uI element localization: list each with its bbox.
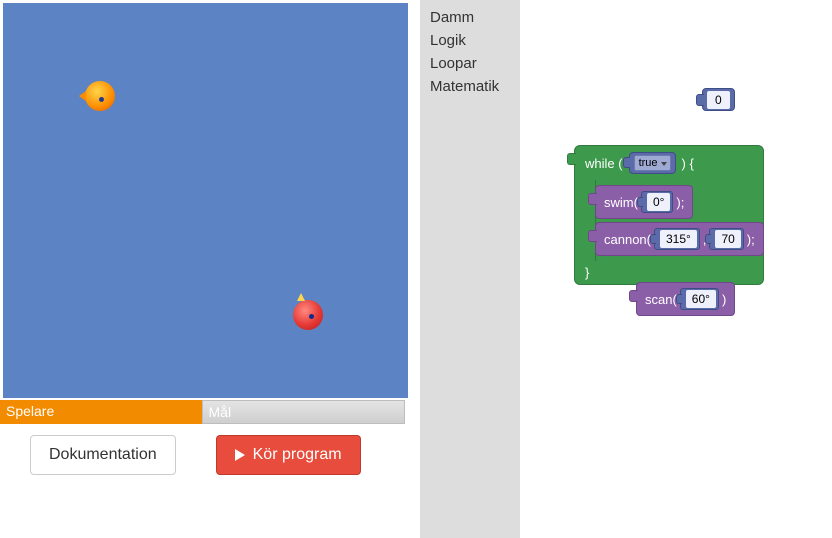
scan-arg-slot[interactable]: 60°	[680, 288, 719, 310]
block-connector-icon	[650, 234, 656, 244]
scan-label: scan(	[645, 292, 677, 307]
goal-label: Mål	[202, 400, 406, 424]
swim-arg-value[interactable]: 0°	[647, 193, 670, 211]
run-program-button[interactable]: Kör program	[216, 435, 361, 475]
scan-close: )	[722, 292, 726, 307]
while-close-paren: ) {	[682, 156, 694, 171]
scan-block[interactable]: scan( 60° )	[636, 282, 735, 316]
swim-block[interactable]: swim( 0° );	[595, 185, 693, 219]
sprite-orange	[85, 81, 115, 111]
while-block[interactable]: while ( true ) { swim( 0° ); cannon(	[574, 145, 764, 285]
player-label: Spelare	[0, 400, 202, 424]
block-connector-icon	[567, 153, 576, 165]
block-connector-icon	[588, 193, 597, 205]
swim-close: );	[676, 195, 684, 210]
true-dropdown[interactable]: true	[634, 155, 671, 171]
cannon-block[interactable]: cannon( 315° , 70 );	[595, 222, 764, 256]
category-logik[interactable]: Logik	[420, 29, 520, 52]
block-connector-icon	[696, 94, 704, 106]
category-damm[interactable]: Damm	[420, 6, 520, 29]
sprite-red	[293, 300, 323, 330]
button-row: Dokumentation Kör program	[0, 435, 361, 475]
boolean-slot[interactable]: true	[629, 152, 676, 174]
category-matematik[interactable]: Matematik	[420, 75, 520, 98]
block-connector-icon	[637, 197, 643, 207]
block-categories: Damm Logik Loopar Matematik	[420, 0, 520, 538]
while-header[interactable]: while ( true ) {	[575, 146, 763, 180]
block-connector-icon	[705, 234, 711, 244]
swim-label: swim(	[604, 195, 638, 210]
cannon-arg1-value[interactable]: 315°	[660, 230, 697, 248]
left-panel: Spelare Mål Dokumentation Kör program	[0, 0, 420, 538]
swim-arg-slot[interactable]: 0°	[641, 191, 673, 213]
documentation-button[interactable]: Dokumentation	[30, 435, 176, 475]
block-connector-icon	[588, 230, 597, 242]
cannon-arg2-slot[interactable]: 70	[709, 228, 743, 250]
number-value[interactable]: 0	[707, 91, 730, 109]
run-button-label: Kör program	[253, 446, 342, 464]
while-footer: }	[575, 261, 763, 284]
block-connector-icon	[629, 290, 638, 302]
block-connector-icon	[676, 294, 682, 304]
scan-arg-value[interactable]: 60°	[686, 290, 716, 308]
cannon-arg2-value[interactable]: 70	[715, 230, 740, 248]
stage-labels: Spelare Mål	[0, 400, 405, 424]
while-keyword: while (	[585, 156, 623, 171]
play-icon	[235, 449, 245, 461]
cannon-close: );	[747, 232, 755, 247]
number-block-zero[interactable]: 0	[702, 88, 735, 111]
game-stage[interactable]	[3, 3, 408, 398]
while-body[interactable]: swim( 0° ); cannon( 315° , 70	[595, 180, 763, 261]
cannon-arg1-slot[interactable]: 315°	[654, 228, 700, 250]
category-loopar[interactable]: Loopar	[420, 52, 520, 75]
block-connector-icon	[623, 157, 630, 168]
block-workspace[interactable]: 0 while ( true ) { swim( 0° );	[520, 0, 832, 538]
cannon-label: cannon(	[604, 232, 651, 247]
